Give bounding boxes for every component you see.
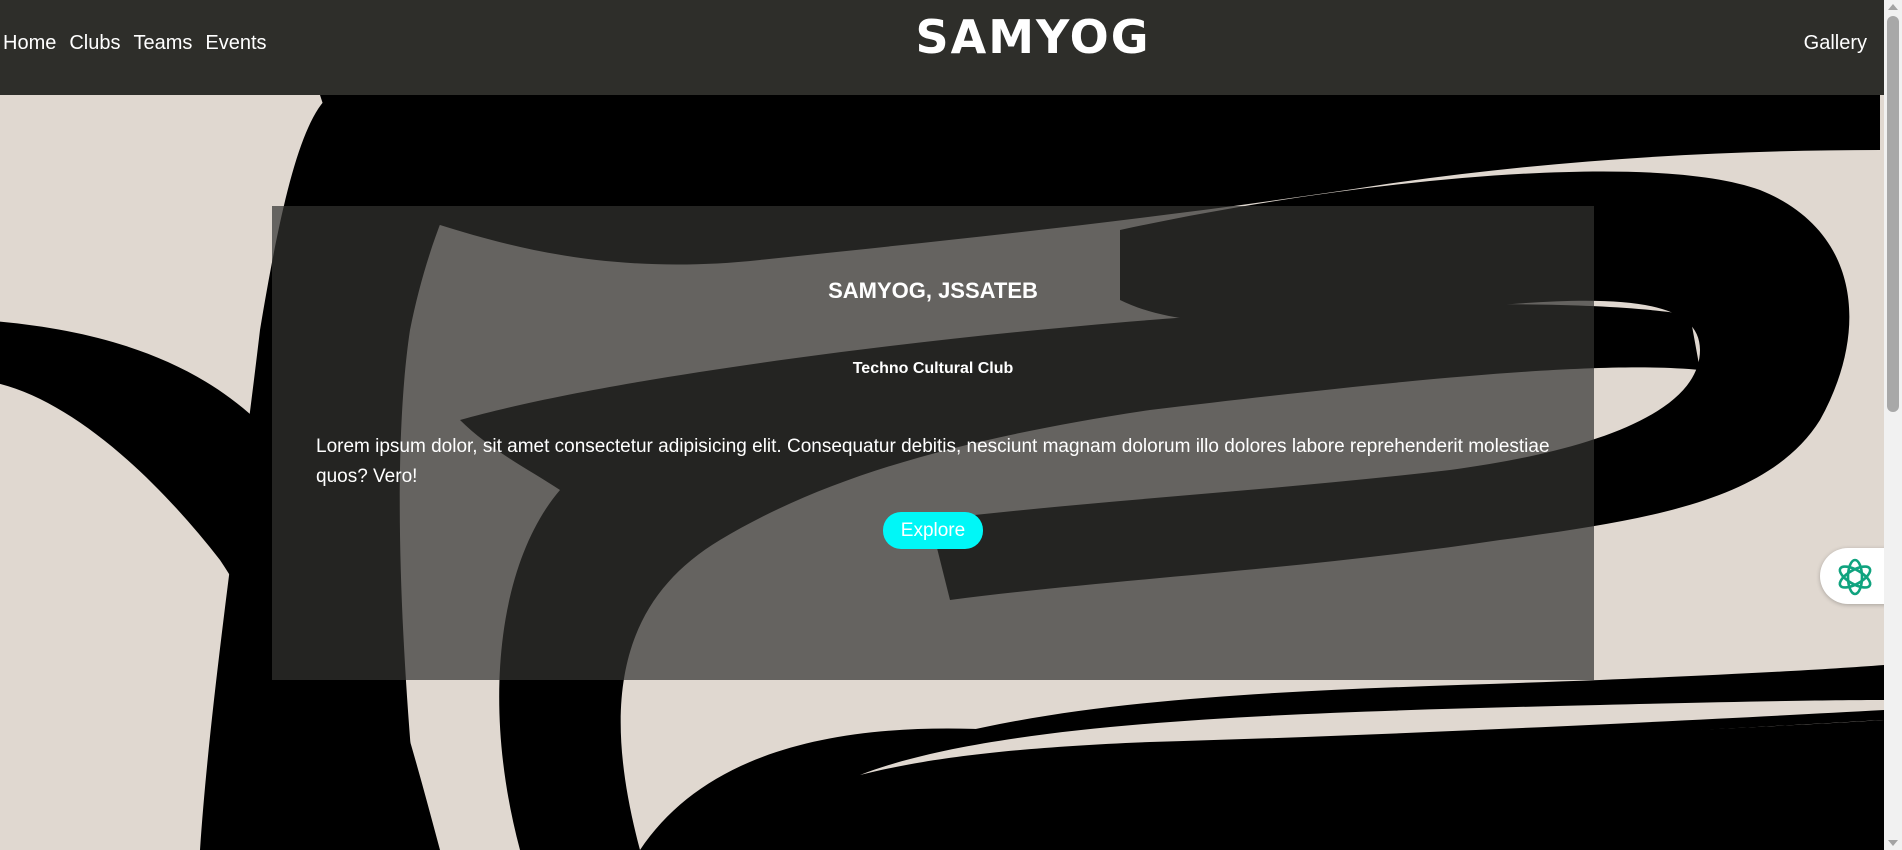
logo-text: SAMYOG	[915, 10, 1151, 64]
assistant-widget-button[interactable]	[1820, 548, 1890, 604]
nav-link-gallery[interactable]: Gallery	[1804, 32, 1867, 54]
nav-link-teams[interactable]: Teams	[134, 30, 193, 56]
top-navbar: Home Clubs Teams Events SAMYOG Gallery	[0, 0, 1884, 95]
scroll-up-arrow-icon[interactable]	[1888, 4, 1898, 10]
secondary-nav: Gallery	[1804, 30, 1867, 56]
explore-button[interactable]: Explore	[883, 512, 983, 549]
vertical-scrollbar[interactable]	[1884, 0, 1902, 850]
openai-knot-icon	[1838, 558, 1872, 596]
hero-title: SAMYOG, JSSATEB	[828, 278, 1038, 303]
hero-card: SAMYOG, JSSATEB Techno Cultural Club Lor…	[272, 206, 1594, 680]
nav-link-clubs[interactable]: Clubs	[69, 30, 120, 56]
primary-nav: Home Clubs Teams Events	[3, 30, 267, 56]
nav-link-home[interactable]: Home	[3, 30, 56, 56]
scrollbar-thumb[interactable]	[1887, 16, 1899, 412]
site-logo[interactable]: SAMYOG	[915, 10, 1151, 64]
hero-description: Lorem ipsum dolor, sit amet consectetur …	[316, 436, 1550, 487]
scroll-down-arrow-icon[interactable]	[1888, 840, 1898, 846]
hero-subtitle: Techno Cultural Club	[852, 360, 1014, 377]
nav-link-events[interactable]: Events	[205, 30, 266, 56]
